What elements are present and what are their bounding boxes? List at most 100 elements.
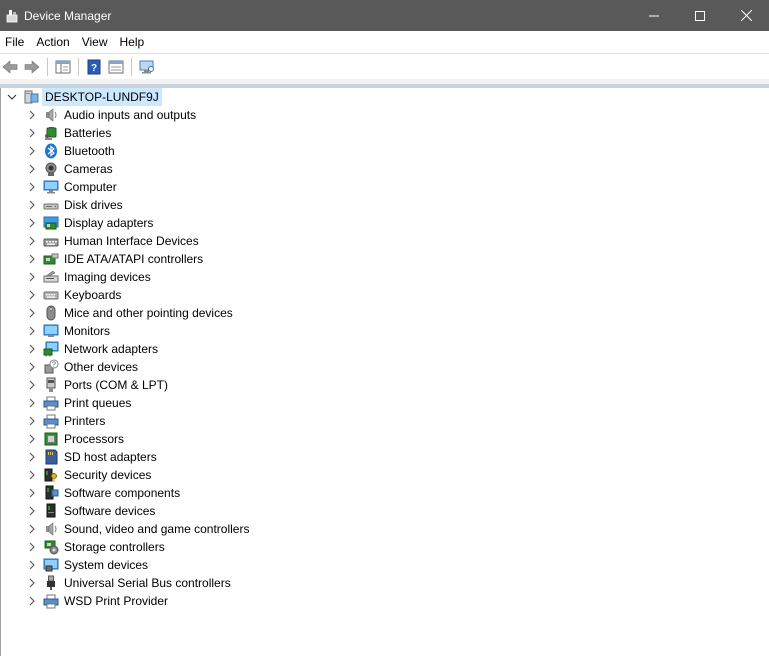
chevron-right-icon[interactable]	[26, 181, 38, 193]
tree-node[interactable]: SD host adapters	[1, 448, 769, 466]
chevron-right-icon[interactable]	[26, 577, 38, 589]
chevron-right-icon[interactable]	[26, 127, 38, 139]
tree-node-label[interactable]: Ports (COM & LPT)	[64, 376, 168, 394]
menu-help[interactable]: Help	[114, 32, 151, 52]
chevron-right-icon[interactable]	[26, 523, 38, 535]
chevron-right-icon[interactable]	[26, 235, 38, 247]
tree-node[interactable]: Printers	[1, 412, 769, 430]
tree-node-label[interactable]: Printers	[64, 412, 105, 430]
chevron-right-icon[interactable]	[26, 145, 38, 157]
chevron-right-icon[interactable]	[26, 397, 38, 409]
tree-node[interactable]: System devices	[1, 556, 769, 574]
menu-action[interactable]: Action	[30, 32, 75, 52]
tree-node[interactable]: Display adapters	[1, 214, 769, 232]
tree-node[interactable]: Software components	[1, 484, 769, 502]
chevron-right-icon[interactable]	[26, 379, 38, 391]
tree-node-label[interactable]: Display adapters	[64, 214, 153, 232]
chevron-right-icon[interactable]	[26, 307, 38, 319]
chevron-right-icon[interactable]	[26, 163, 38, 175]
tree-root-label[interactable]: DESKTOP-LUNDF9J	[42, 88, 162, 106]
tree-node[interactable]: Sound, video and game controllers	[1, 520, 769, 538]
tree-node-label[interactable]: Software devices	[64, 502, 155, 520]
tree-node-label[interactable]: Batteries	[64, 124, 111, 142]
chevron-right-icon[interactable]	[26, 541, 38, 553]
tree-node[interactable]: Monitors	[1, 322, 769, 340]
tree-node[interactable]: Disk drives	[1, 196, 769, 214]
tree-node-label[interactable]: Cameras	[64, 160, 113, 178]
tree-node[interactable]: ? Other devices	[1, 358, 769, 376]
chevron-right-icon[interactable]	[26, 343, 38, 355]
tree-node[interactable]: Mice and other pointing devices	[1, 304, 769, 322]
tree-node[interactable]: Keyboards	[1, 286, 769, 304]
chevron-right-icon[interactable]	[26, 469, 38, 481]
chevron-right-icon[interactable]	[26, 271, 38, 283]
tree-node[interactable]: Universal Serial Bus controllers	[1, 574, 769, 592]
minimize-button[interactable]	[631, 0, 677, 31]
tree-node-label[interactable]: Processors	[64, 430, 124, 448]
show-hide-console-tree-button[interactable]	[53, 57, 73, 77]
tree-node-label[interactable]: Universal Serial Bus controllers	[64, 574, 231, 592]
tree-node-label[interactable]: Mice and other pointing devices	[64, 304, 233, 322]
tree-node[interactable]: Security devices	[1, 466, 769, 484]
properties-button[interactable]	[106, 57, 126, 77]
chevron-right-icon[interactable]	[26, 433, 38, 445]
chevron-right-icon[interactable]	[26, 289, 38, 301]
tree-node[interactable]: Storage controllers	[1, 538, 769, 556]
tree-node-label[interactable]: Computer	[64, 178, 117, 196]
tree-node-label[interactable]: SD host adapters	[64, 448, 157, 466]
chevron-right-icon[interactable]	[26, 109, 38, 121]
device-tree[interactable]: DESKTOP-LUNDF9J Audio inputs and outputs…	[0, 88, 769, 656]
tree-node-label[interactable]: Storage controllers	[64, 538, 165, 556]
tree-node[interactable]: Human Interface Devices	[1, 232, 769, 250]
tree-node-label[interactable]: Security devices	[64, 466, 151, 484]
chevron-right-icon[interactable]	[26, 253, 38, 265]
tree-node-label[interactable]: Keyboards	[64, 286, 121, 304]
chevron-right-icon[interactable]	[26, 487, 38, 499]
tree-node[interactable]: WSD Print Provider	[1, 592, 769, 610]
tree-node[interactable]: Network adapters	[1, 340, 769, 358]
tree-node-label[interactable]: WSD Print Provider	[64, 592, 168, 610]
tree-node[interactable]: Print queues	[1, 394, 769, 412]
tree-node[interactable]: IDE ATA/ATAPI controllers	[1, 250, 769, 268]
tree-node-label[interactable]: Software components	[64, 484, 180, 502]
forward-button[interactable]	[22, 57, 42, 77]
back-button[interactable]	[0, 57, 20, 77]
menu-view[interactable]: View	[76, 32, 114, 52]
tree-node-label[interactable]: Audio inputs and outputs	[64, 106, 196, 124]
chevron-right-icon[interactable]	[26, 505, 38, 517]
tree-node-label[interactable]: Imaging devices	[64, 268, 151, 286]
scan-hardware-button[interactable]	[137, 57, 157, 77]
tree-node-label[interactable]: IDE ATA/ATAPI controllers	[64, 250, 203, 268]
tree-node[interactable]: Processors	[1, 430, 769, 448]
tree-node-label[interactable]: Other devices	[64, 358, 138, 376]
chevron-down-icon[interactable]	[5, 90, 19, 104]
tree-node-label[interactable]: Print queues	[64, 394, 131, 412]
tree-node[interactable]: Imaging devices	[1, 268, 769, 286]
tree-node[interactable]: Computer	[1, 178, 769, 196]
tree-node-label[interactable]: Network adapters	[64, 340, 158, 358]
tree-node[interactable]: Ports (COM & LPT)	[1, 376, 769, 394]
tree-node[interactable]: Audio inputs and outputs	[1, 106, 769, 124]
close-button[interactable]	[723, 0, 769, 31]
chevron-right-icon[interactable]	[26, 217, 38, 229]
tree-node-label[interactable]: Monitors	[64, 322, 110, 340]
chevron-right-icon[interactable]	[26, 415, 38, 427]
tree-node[interactable]: Software devices	[1, 502, 769, 520]
tree-node-label[interactable]: System devices	[64, 556, 148, 574]
tree-node[interactable]: Cameras	[1, 160, 769, 178]
tree-node-label[interactable]: Human Interface Devices	[64, 232, 199, 250]
chevron-right-icon[interactable]	[26, 361, 38, 373]
chevron-right-icon[interactable]	[26, 559, 38, 571]
chevron-right-icon[interactable]	[26, 199, 38, 211]
maximize-button[interactable]	[677, 0, 723, 31]
help-button[interactable]: ?	[84, 57, 104, 77]
tree-node[interactable]: Bluetooth	[1, 142, 769, 160]
tree-node-label[interactable]: Disk drives	[64, 196, 123, 214]
tree-node-label[interactable]: Sound, video and game controllers	[64, 520, 249, 538]
tree-node[interactable]: Batteries	[1, 124, 769, 142]
tree-node-label[interactable]: Bluetooth	[64, 142, 115, 160]
chevron-right-icon[interactable]	[26, 451, 38, 463]
menu-file[interactable]: File	[0, 32, 30, 52]
chevron-right-icon[interactable]	[26, 325, 38, 337]
chevron-right-icon[interactable]	[26, 595, 38, 607]
